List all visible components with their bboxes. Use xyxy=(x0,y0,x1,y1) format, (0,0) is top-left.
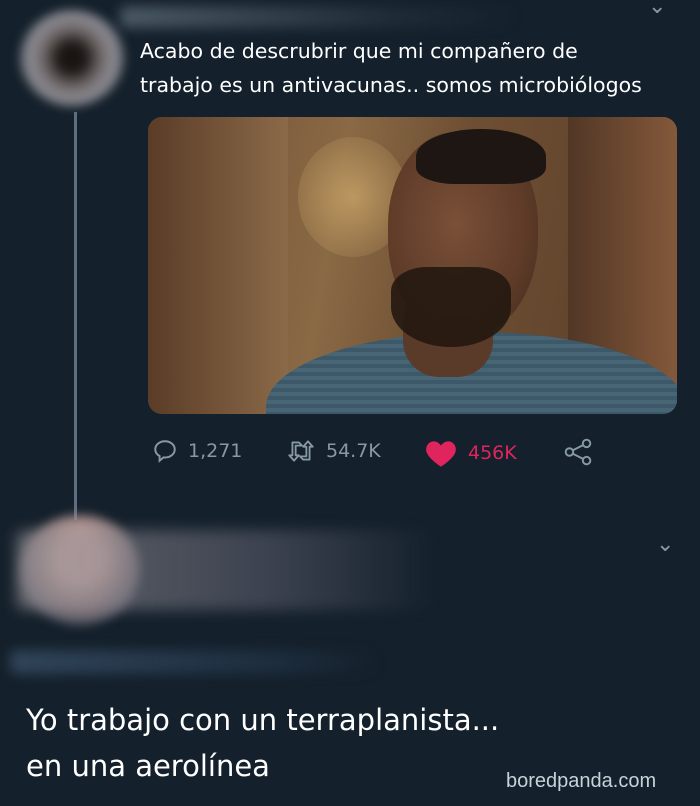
blurred-username xyxy=(120,6,520,28)
media-person-hair xyxy=(416,129,546,184)
media-person-beard xyxy=(391,267,511,347)
retweet-button[interactable]: 54.7K xyxy=(286,438,381,464)
retweet-icon xyxy=(288,440,314,462)
heart-icon xyxy=(426,441,456,467)
retweet-count: 54.7K xyxy=(326,440,381,462)
chevron-down-icon[interactable]: ⌄ xyxy=(648,0,666,19)
reply-button[interactable]: 1,271 xyxy=(152,438,242,464)
like-button[interactable]: 456K xyxy=(424,438,517,468)
share-icon xyxy=(564,438,592,466)
reply-count: 1,271 xyxy=(188,440,243,462)
tweet-media-image[interactable] xyxy=(148,117,677,414)
thread-line xyxy=(74,480,77,520)
thread-line xyxy=(74,112,77,510)
watermark: boredpanda.com xyxy=(506,770,657,792)
chevron-down-icon[interactable]: ⌄ xyxy=(656,532,674,557)
blurred-username xyxy=(16,530,436,610)
blurred-handle xyxy=(10,650,380,674)
avatar[interactable] xyxy=(20,10,124,106)
like-count: 456K xyxy=(468,442,517,464)
tweet-text: Acabo de descrubrir que mi compañero de … xyxy=(140,39,642,97)
share-button[interactable] xyxy=(563,438,593,466)
reply-icon xyxy=(154,440,176,463)
media-background xyxy=(148,117,288,414)
